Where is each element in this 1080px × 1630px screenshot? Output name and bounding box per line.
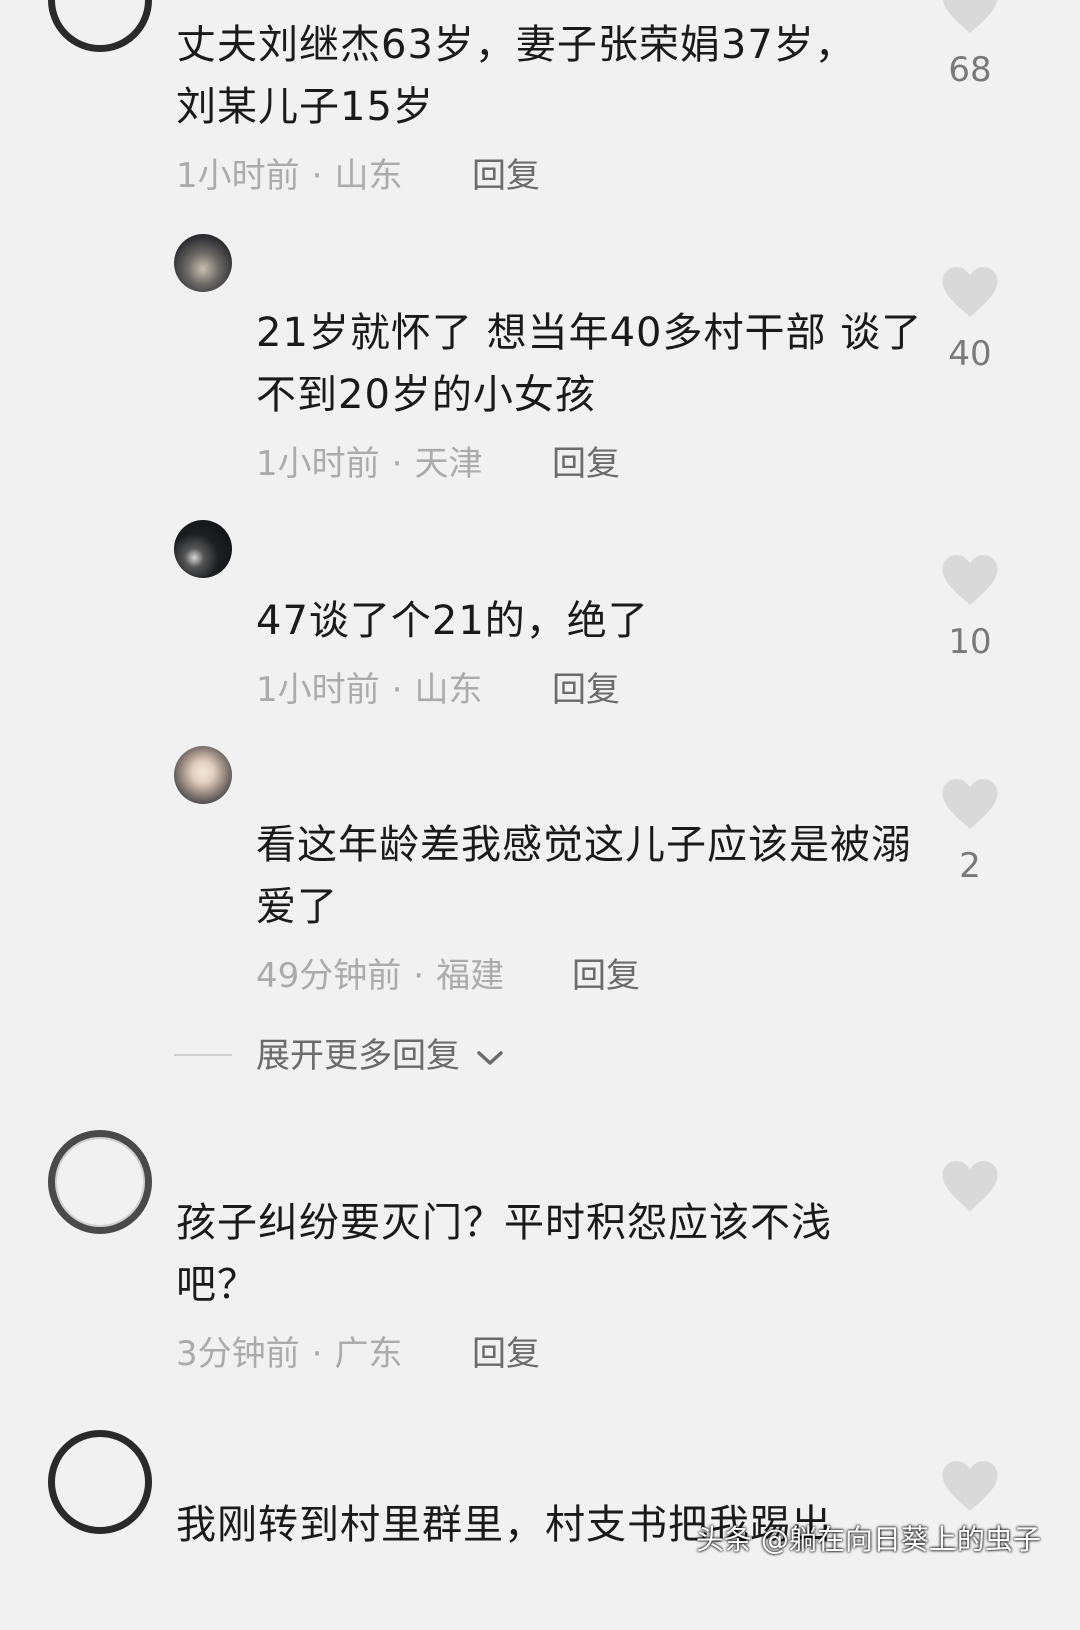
comment-time: 1小时前 [176, 156, 300, 196]
avatar[interactable] [48, 1430, 152, 1534]
reply-button[interactable]: 回复 [552, 444, 620, 484]
reply-button[interactable]: 回复 [572, 956, 640, 996]
comment-meta: 49分钟前 · 福建 [256, 956, 504, 996]
like-count: 40 [948, 334, 992, 374]
comment-location: 天津 [414, 444, 483, 484]
avatar[interactable] [48, 0, 152, 52]
meta-separator: · [311, 156, 323, 196]
comment-location: 山东 [334, 156, 403, 196]
avatar[interactable] [174, 520, 232, 578]
like-count: 68 [948, 50, 992, 90]
comment-time: 49分钟前 [256, 956, 402, 996]
meta-separator: · [391, 444, 403, 484]
watermark: 头条 @躺在向日葵上的虫子 [696, 1523, 1041, 1556]
comment-text: 丈夫刘继杰63岁，妻子张荣娟37岁，刘某儿子15岁 [176, 22, 856, 130]
reply-button[interactable]: 回复 [472, 156, 540, 196]
comment-location: 广东 [334, 1334, 403, 1374]
heart-icon[interactable] [940, 1458, 1000, 1514]
reply-button[interactable]: 回复 [472, 1334, 540, 1374]
avatar[interactable] [174, 234, 232, 292]
avatar[interactable] [48, 1130, 152, 1234]
heart-icon[interactable] [940, 0, 1000, 36]
heart-icon[interactable] [940, 776, 1000, 832]
like-count: 2 [959, 846, 981, 886]
like-count: 10 [948, 622, 992, 662]
expand-replies-button[interactable]: 展开更多回复 [256, 1036, 505, 1076]
chevron-down-icon [477, 1050, 503, 1065]
divider-line [174, 1054, 232, 1056]
comment-meta: 1小时前 · 山东 [256, 670, 482, 710]
comment-location: 山东 [414, 670, 483, 710]
heart-icon[interactable] [940, 1158, 1000, 1214]
meta-separator: · [311, 1334, 323, 1374]
avatar[interactable] [174, 746, 232, 804]
meta-separator: · [413, 956, 425, 996]
comment-meta: 1小时前 · 天津 [256, 444, 482, 484]
comment-meta: 1小时前 · 山东 [176, 156, 402, 196]
comment-time: 1小时前 [256, 670, 380, 710]
heart-icon[interactable] [940, 552, 1000, 608]
comment-time: 1小时前 [256, 444, 380, 484]
comment-text: 看这年龄差我感觉这儿子应该是被溺爱了 [256, 822, 912, 930]
reply-button[interactable]: 回复 [552, 670, 620, 710]
comment-time: 3分钟前 [176, 1334, 300, 1374]
expand-replies-label: 展开更多回复 [256, 1036, 460, 1076]
meta-separator: · [391, 670, 403, 710]
comment-meta: 3分钟前 · 广东 [176, 1334, 402, 1374]
heart-icon[interactable] [940, 264, 1000, 320]
comment-text: 孩子纠纷要灭门？平时积怨应该不浅吧？ [176, 1200, 832, 1308]
comment-text: 47谈了个21的，绝了 [256, 598, 649, 644]
comment-text: 21岁就怀了 想当年40多村干部 谈了不到20岁的小女孩 [256, 310, 923, 418]
comment-location: 福建 [436, 956, 505, 996]
